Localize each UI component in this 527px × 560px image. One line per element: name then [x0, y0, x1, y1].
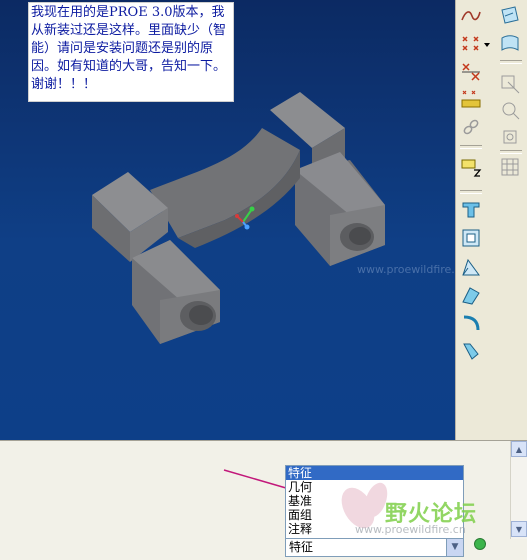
datum-point-offset-icon[interactable]: [459, 60, 483, 84]
shell-icon[interactable]: [459, 226, 483, 250]
annotation-icon[interactable]: [459, 155, 483, 179]
part-hole-right-inner: [349, 227, 371, 245]
datum-axis-alt-icon[interactable]: [498, 98, 522, 122]
datum-csys-icon[interactable]: [459, 87, 483, 111]
right-feature-toolbar: [455, 0, 527, 440]
sweep-icon[interactable]: [459, 339, 483, 363]
draft-icon[interactable]: [459, 255, 483, 279]
toolbar-separator: [460, 190, 482, 194]
part-hole-left-inner: [189, 305, 213, 325]
scroll-down-button[interactable]: ▼: [511, 521, 527, 537]
note-connector-line: [223, 469, 287, 489]
watermark-url: www.proewildfire.cn: [355, 523, 466, 536]
datum-plane-icon[interactable]: [498, 3, 522, 27]
rib-icon[interactable]: [459, 283, 483, 307]
scroll-up-button[interactable]: ▲: [511, 441, 527, 457]
filter-current-value: 特征: [289, 540, 314, 554]
datum-axis-icon[interactable]: [498, 72, 522, 96]
round-icon[interactable]: [459, 311, 483, 335]
vertical-scrollbar[interactable]: ▲ ▼: [510, 441, 527, 539]
datum-plane-alt-icon[interactable]: [498, 32, 522, 56]
extrude-icon[interactable]: [459, 198, 483, 222]
toolbar-separator: [460, 145, 482, 149]
grid-icon[interactable]: [498, 155, 522, 179]
datum-coordinate-icon[interactable]: [498, 125, 522, 149]
datum-point-icon[interactable]: [459, 32, 483, 56]
note-text: 我现在用的是PROE 3.0版本，我从新装过还是这样。里面缺少（智能）请问是安装…: [31, 5, 227, 92]
toolbar-separator: [500, 150, 522, 154]
sketch-curve-icon[interactable]: [459, 3, 483, 27]
annotation-note: 我现在用的是PROE 3.0版本，我从新装过还是这样。里面缺少（智能）请问是安装…: [28, 2, 234, 102]
watermark-url-overlay: www.proewildfire.cn: [357, 263, 455, 276]
toolbar-separator: [500, 60, 522, 64]
chevron-down-icon[interactable]: [482, 32, 492, 56]
datum-chain-icon[interactable]: [459, 115, 483, 139]
